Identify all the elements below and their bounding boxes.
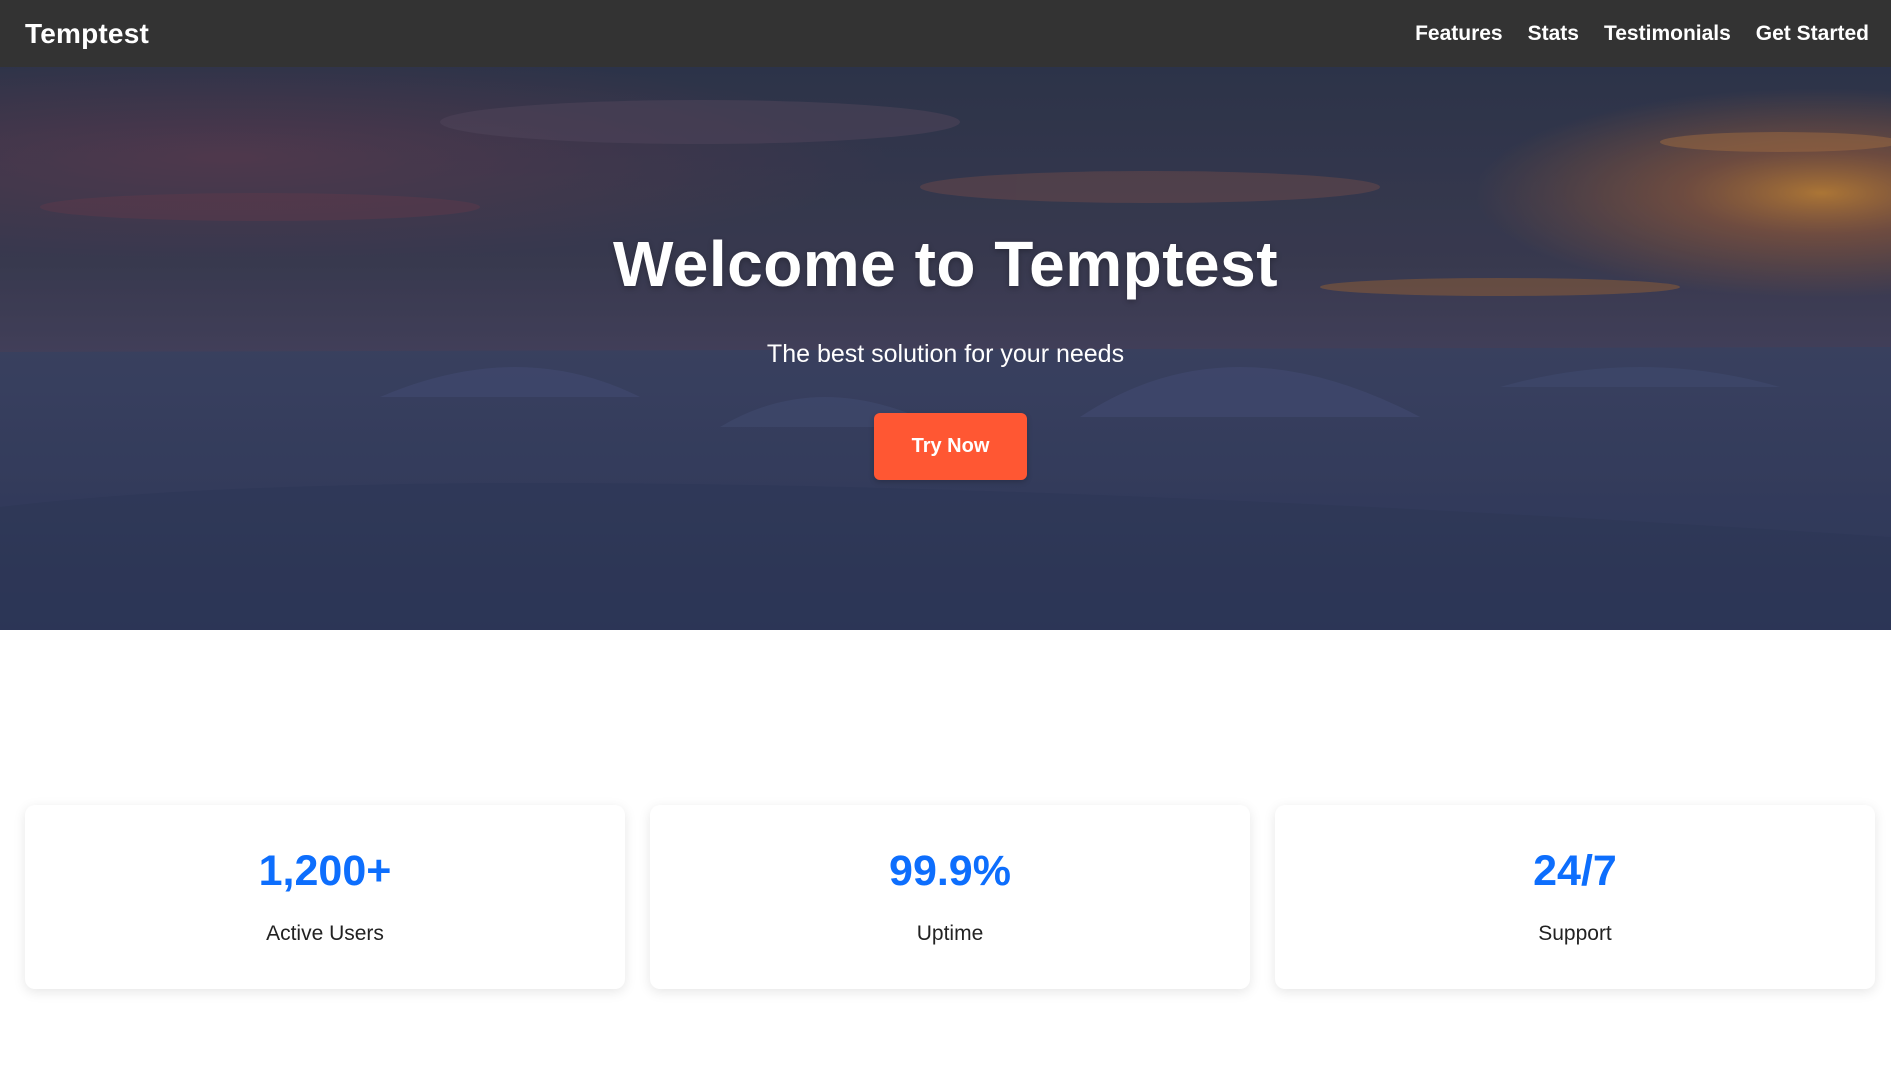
stat-value: 1,200+ — [258, 847, 392, 895]
stat-label: Support — [1538, 922, 1612, 945]
hero-subtitle: The best solution for your needs — [766, 340, 1125, 368]
nav-link-testimonials[interactable]: Testimonials — [1604, 22, 1731, 46]
stat-card-support: 24/7 Support — [1275, 805, 1875, 989]
stat-value: 99.9% — [889, 847, 1011, 895]
hero-content: Welcome to Temptest The best solution fo… — [0, 67, 1891, 630]
nav-link-get-started[interactable]: Get Started — [1756, 22, 1869, 46]
hero-section: Welcome to Temptest The best solution fo… — [0, 67, 1891, 630]
stat-value: 24/7 — [1533, 847, 1617, 895]
nav-link-features[interactable]: Features — [1415, 22, 1503, 46]
try-now-button[interactable]: Try Now — [874, 413, 1027, 480]
stat-card-active-users: 1,200+ Active Users — [25, 805, 625, 989]
nav-link-stats[interactable]: Stats — [1528, 22, 1579, 46]
stat-label: Uptime — [916, 922, 984, 945]
hero-title: Welcome to Temptest — [612, 228, 1279, 300]
nav-links: Features Stats Testimonials Get Started — [1415, 22, 1869, 46]
stat-card-uptime: 99.9% Uptime — [650, 805, 1250, 989]
stats-section: 1,200+ Active Users 99.9% Uptime 24/7 Su… — [25, 805, 1875, 989]
navbar: Temptest Features Stats Testimonials Get… — [0, 0, 1891, 67]
brand-logo[interactable]: Temptest — [25, 18, 149, 50]
stat-label: Active Users — [266, 922, 384, 945]
